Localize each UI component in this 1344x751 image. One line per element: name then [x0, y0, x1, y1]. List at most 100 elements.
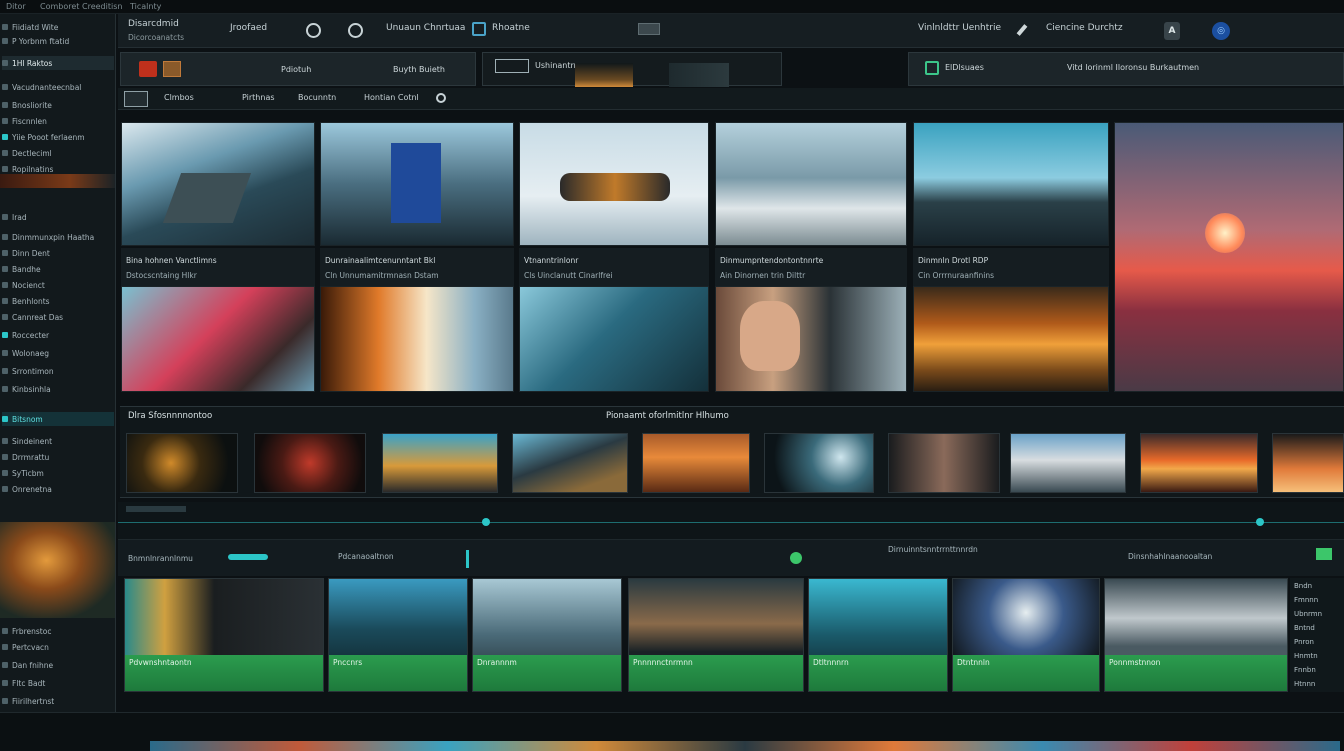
sidebar-item[interactable]: Drrmrattu [2, 450, 114, 464]
playhead[interactable] [466, 550, 469, 568]
preview-panel[interactable]: Ushinantrn [482, 52, 782, 87]
refresh-icon[interactable] [436, 93, 446, 103]
timeline-clip[interactable]: Pnccnrs [328, 578, 468, 692]
menu-dropdown[interactable]: Unuaun Chnrtuaa [386, 23, 465, 33]
strip-thumbnail[interactable] [642, 433, 750, 493]
sidebar-item[interactable]: Cannreat Das [2, 310, 114, 324]
sidebar-item[interactable]: Wolonaeg [2, 346, 114, 360]
record-icon[interactable] [306, 23, 321, 38]
list-item[interactable]: Hnmtn [1294, 652, 1318, 660]
list-item[interactable]: Ubnrmn [1294, 610, 1322, 618]
track-status-icon[interactable] [790, 552, 802, 564]
layers-icon[interactable] [472, 22, 486, 36]
timeline-clip[interactable]: Dtntnnln [952, 578, 1100, 692]
sidebar-item[interactable]: Dinmmunxpin Haatha [2, 230, 114, 244]
play-icon[interactable] [139, 61, 157, 77]
image-icon[interactable] [163, 61, 181, 77]
check-icon[interactable] [925, 61, 939, 75]
strip-thumbnail[interactable] [1140, 433, 1258, 493]
strip-thumbnail[interactable] [1272, 433, 1344, 493]
view-label[interactable]: Vinlnldttr Uenhtrie [918, 23, 1001, 33]
timeline-clip[interactable]: Pdvwnshntaontn [124, 578, 324, 692]
bottom-track[interactable] [0, 712, 1344, 751]
media-thumbnail[interactable] [913, 286, 1109, 392]
list-item[interactable]: Bndn [1294, 582, 1312, 590]
grid-view-icon[interactable] [124, 91, 148, 107]
strip-thumbnail[interactable] [512, 433, 628, 493]
monitor-icon[interactable] [638, 23, 660, 35]
media-panel[interactable]: Pdiotuh Buyth Buieth [120, 52, 476, 86]
sidebar-item[interactable]: Dinn Dent [2, 246, 114, 260]
sidebar-item[interactable]: Sindeinent [2, 434, 114, 448]
media-thumbnail[interactable] [121, 286, 315, 392]
sidebar-item[interactable]: Vacudnanteecnbal [2, 80, 114, 94]
strip-thumbnail[interactable] [382, 433, 498, 493]
sidebar-item[interactable]: Fiirilhertnst [2, 694, 114, 708]
toolbar-item[interactable]: Bocunntn [298, 93, 336, 102]
settings-icon[interactable]: ◎ [1212, 22, 1230, 40]
sidebar-item[interactable]: Benhlonts [2, 294, 114, 308]
list-item[interactable]: Bntnd [1294, 624, 1315, 632]
strip-thumbnail[interactable] [1010, 433, 1126, 493]
media-thumbnail[interactable] [913, 122, 1109, 246]
sidebar-item-active[interactable]: Bitsnom [2, 412, 114, 426]
sidebar-item[interactable]: Onrenetna [2, 482, 114, 496]
sidebar-item[interactable]: Fiidiatd Wite [2, 20, 114, 34]
strip-thumbnail[interactable] [888, 433, 1000, 493]
out-marker[interactable] [1256, 518, 1264, 526]
project-name[interactable]: Jroofaed [230, 23, 267, 33]
sidebar-item[interactable]: Pertcvacn [2, 640, 114, 654]
track-indicator[interactable] [228, 554, 268, 560]
menu-item[interactable]: Ticalnty [130, 2, 161, 11]
sidebar-item[interactable]: Fiscnnlen [2, 114, 114, 128]
sidebar-item[interactable]: P Yorbnm ftatid [2, 34, 114, 48]
sidebar-item[interactable]: Bandhe [2, 262, 114, 276]
search-icon[interactable] [348, 23, 363, 38]
media-thumbnail[interactable] [320, 286, 514, 392]
media-thumbnail[interactable] [519, 122, 709, 246]
camera-icon[interactable] [495, 59, 529, 73]
media-thumbnail[interactable] [715, 286, 907, 392]
toolbar-item[interactable]: Pirthnas [242, 93, 275, 102]
media-thumbnail[interactable] [715, 122, 907, 246]
info-panel[interactable]: ElDlsuaes Vitd lorinml Iloronsu Burkautm… [908, 52, 1344, 86]
timeline-clip[interactable]: Dtltnnnrn [808, 578, 948, 692]
timeline-ruler[interactable] [118, 502, 1344, 540]
list-item[interactable]: Fnnbn [1294, 666, 1316, 674]
sidebar-item[interactable]: Roccecter [2, 328, 114, 342]
menu-item[interactable]: Ditor [6, 2, 26, 11]
sidebar-item[interactable]: Kinbsinhla [2, 382, 114, 396]
strip-thumbnail[interactable] [254, 433, 366, 493]
sidebar-item[interactable]: Dectleciml [2, 146, 114, 160]
user-label[interactable]: Ciencine Durchtz [1046, 23, 1123, 33]
strip-thumbnail[interactable] [764, 433, 874, 493]
media-thumbnail[interactable] [519, 286, 709, 392]
sidebar-item[interactable]: Frbrenstoc [2, 624, 114, 638]
list-item[interactable]: Fmnnn [1294, 596, 1318, 604]
sidebar-item[interactable]: Yiie Pooot ferlaenm [2, 130, 114, 144]
sidebar-item[interactable]: 1Hl Raktos [2, 56, 114, 70]
strip-thumbnail[interactable] [126, 433, 238, 493]
timeline-clip[interactable]: Ponnmstnnon [1104, 578, 1288, 692]
menu-item[interactable]: Creeditisn [82, 2, 122, 11]
track-toggle[interactable] [1316, 548, 1332, 560]
media-thumbnail[interactable] [320, 122, 514, 246]
toolbar-item[interactable]: Clmbos [164, 93, 194, 102]
sidebar-item[interactable]: Srrontimon [2, 364, 114, 378]
media-thumbnail-large[interactable] [1114, 122, 1344, 392]
list-item[interactable]: Htnnn [1294, 680, 1315, 688]
account-button[interactable]: A [1164, 22, 1180, 40]
sidebar-item[interactable]: Irad [2, 210, 114, 224]
timeline-clip[interactable]: Dnrannnm [472, 578, 622, 692]
sidebar-item[interactable]: Nocienct [2, 278, 114, 292]
media-thumbnail[interactable] [121, 122, 315, 246]
playhead-marker[interactable] [482, 518, 490, 526]
sidebar-item[interactable]: SyTicbm [2, 466, 114, 480]
sidebar-item[interactable]: Fltc Badt [2, 676, 114, 690]
sidebar-item[interactable]: Bnosliorite [2, 98, 114, 112]
menu-item[interactable]: Comboret [40, 2, 79, 11]
toolbar-item[interactable]: Hontian Cotnl [364, 93, 419, 102]
list-item[interactable]: Pnron [1294, 638, 1314, 646]
timeline-clip[interactable]: Pnnnnnctnrmnn [628, 578, 804, 692]
pen-icon[interactable] [1016, 24, 1028, 36]
